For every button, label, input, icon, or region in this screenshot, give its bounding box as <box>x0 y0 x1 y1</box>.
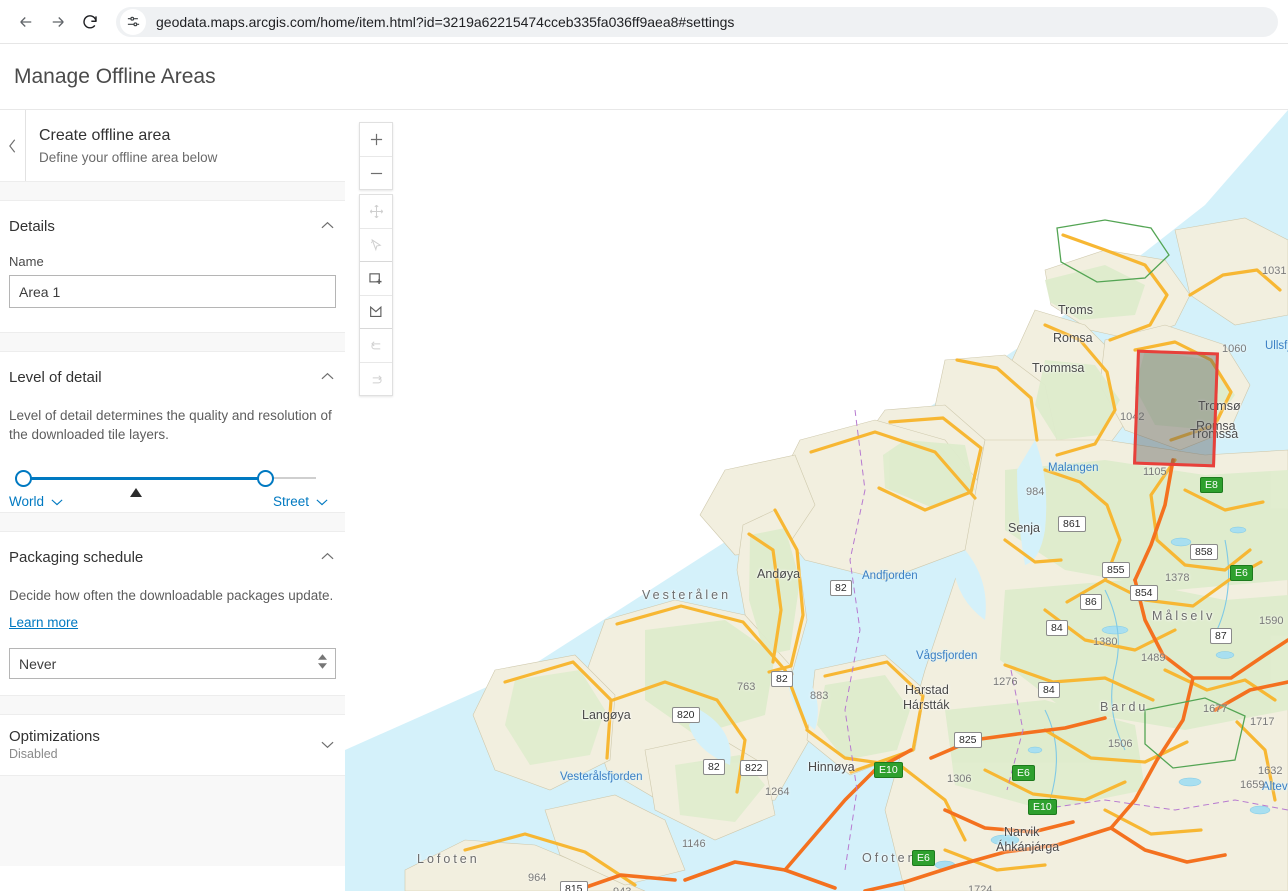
section-packaging-title-group: Packaging schedule <box>9 549 143 566</box>
plus-icon <box>370 133 382 146</box>
section-details-chevron-up-icon[interactable] <box>321 217 336 235</box>
spinner-updown-icon[interactable] <box>318 654 327 669</box>
app-header: Manage Offline Areas <box>0 44 1288 110</box>
address-bar[interactable]: geodata.maps.arcgis.com/home/item.html?i… <box>116 6 1278 37</box>
name-field-label: Name <box>9 254 44 269</box>
section-optimizations-title-group: Optimizations Disabled <box>9 728 100 761</box>
map-tool-group-history <box>360 328 392 395</box>
map-graphics <box>345 110 1288 891</box>
panel-header-text: Create offline area Define your offline … <box>26 125 217 167</box>
lod-min-dropdown[interactable]: World <box>9 494 63 509</box>
undo-icon <box>370 341 380 350</box>
url-text: geodata.maps.arcgis.com/home/item.html?i… <box>156 13 735 30</box>
back-button[interactable] <box>10 6 42 38</box>
offline-area-selection-rectangle[interactable] <box>1133 349 1219 468</box>
lod-slider-handle-min[interactable] <box>15 470 32 487</box>
panel-divider-band <box>0 181 345 201</box>
map-canvas[interactable]: Vesterålen Lofoten Målselv Bardu Ofoten Troms… <box>345 110 1288 891</box>
lod-description: Level of detail determines the quality a… <box>9 408 332 442</box>
section-lod-title-group: Level of detail <box>9 369 102 386</box>
reload-button[interactable] <box>74 6 106 38</box>
chevron-down-icon <box>51 498 63 505</box>
section-details-title-group: Details <box>9 218 55 235</box>
section-level-of-detail: Level of detail Level of detail determin… <box>0 352 345 512</box>
panel-divider-band <box>0 332 345 352</box>
section-details: Details Name <box>0 201 345 308</box>
arrow-left-icon <box>20 16 32 27</box>
map-tool-group-draw <box>360 261 392 328</box>
lod-max-label: Street <box>272 494 309 509</box>
zoom-out-button[interactable] <box>360 156 392 189</box>
learn-more-link[interactable]: Learn more <box>9 615 78 630</box>
map-tool-group-navigate <box>360 195 392 261</box>
section-optimizations-header[interactable]: Optimizations Disabled <box>9 715 336 775</box>
map-draw-toolbar <box>359 194 393 396</box>
select-cursor-tool-button[interactable] <box>360 228 392 261</box>
reload-icon <box>83 14 97 29</box>
panel-divider-band <box>0 695 345 715</box>
section-optimizations-title: Optimizations <box>9 728 100 745</box>
section-details-title: Details <box>9 217 55 235</box>
section-lod-chevron-up-icon[interactable] <box>321 368 336 386</box>
section-details-header[interactable]: Details <box>9 201 336 239</box>
section-packaging-chevron-up-icon[interactable] <box>321 548 336 566</box>
minus-icon <box>370 172 382 174</box>
zoom-in-button[interactable] <box>360 123 392 156</box>
section-packaging-schedule: Packaging schedule Decide how often the … <box>0 532 345 679</box>
section-packaging-header[interactable]: Packaging schedule <box>9 532 336 570</box>
cursor-arrow-icon <box>370 238 382 251</box>
section-lod-header[interactable]: Level of detail <box>9 352 336 390</box>
undo-tool-button[interactable] <box>360 329 392 362</box>
lod-slider-handle-max[interactable] <box>257 470 274 487</box>
create-offline-area-panel: Create offline area Define your offline … <box>0 110 345 891</box>
lod-slider-fill <box>23 477 266 480</box>
main-content: Create offline area Define your offline … <box>0 110 1288 891</box>
section-optimizations-status: Disabled <box>9 747 58 761</box>
browser-toolbar: geodata.maps.arcgis.com/home/item.html?i… <box>0 0 1288 44</box>
pan-tool-button[interactable] <box>360 195 392 228</box>
chevron-down-icon <box>316 498 328 505</box>
section-lod-title: Level of detail <box>9 368 102 386</box>
map-zoom-toolbar <box>359 122 393 190</box>
section-optimizations-chevron-down-icon[interactable] <box>321 736 336 754</box>
redo-icon <box>372 374 382 383</box>
page-title: Manage Offline Areas <box>14 64 216 88</box>
section-optimizations: Optimizations Disabled <box>0 715 345 775</box>
draw-rectangle-plus-icon <box>369 272 382 284</box>
packaging-frequency-select[interactable]: Never <box>9 648 336 679</box>
panel-footer-area <box>0 775 345 866</box>
sliders-icon <box>127 16 139 27</box>
lod-max-dropdown[interactable]: Street <box>273 494 328 509</box>
pan-move-icon <box>369 204 383 219</box>
chevron-left-icon <box>9 138 16 153</box>
draw-rectangle-tool-button[interactable] <box>360 262 392 295</box>
draw-polygon-icon <box>370 305 382 318</box>
draw-polygon-tool-button[interactable] <box>360 295 392 328</box>
panel-header: Create offline area Define your offline … <box>0 110 345 181</box>
lod-slider[interactable]: World Street <box>9 466 336 512</box>
redo-tool-button[interactable] <box>360 362 392 395</box>
panel-collapse-button[interactable] <box>0 110 26 181</box>
panel-title: Create offline area <box>39 126 171 144</box>
panel-divider-band <box>0 512 345 532</box>
panel-subtitle: Define your offline area below <box>39 149 218 165</box>
site-settings-icon[interactable] <box>120 8 146 35</box>
forward-button[interactable] <box>42 6 74 38</box>
packaging-frequency-value[interactable]: Never <box>9 648 336 679</box>
name-input[interactable] <box>9 275 336 308</box>
lod-min-label: World <box>9 494 45 509</box>
packaging-description: Decide how often the downloadable packag… <box>9 588 334 603</box>
section-packaging-title: Packaging schedule <box>9 548 144 566</box>
arrow-right-icon <box>52 16 64 27</box>
lod-slider-labels: World Street <box>9 494 328 509</box>
